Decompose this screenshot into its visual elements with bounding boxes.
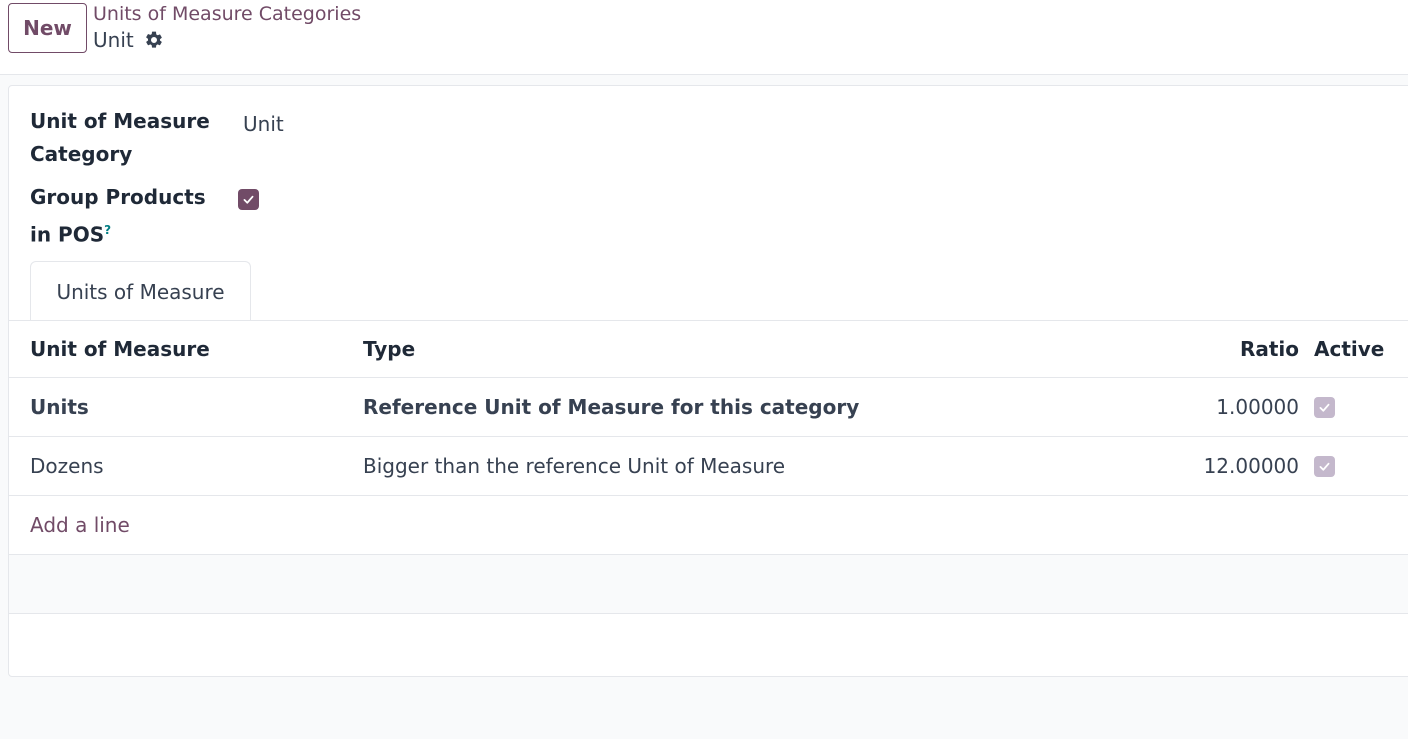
control-panel: New Units of Measure Categories Unit [0,0,1408,75]
row-type: Reference Unit of Measure for this categ… [363,395,860,419]
category-value[interactable]: Unit [243,112,284,136]
group-products-label: Group Products in POS? [30,181,230,252]
row-uom: Units [30,395,89,419]
help-tooltip-icon[interactable]: ? [104,223,111,237]
new-button[interactable]: New [8,3,87,53]
table-row[interactable]: Units Reference Unit of Measure for this… [9,378,1408,437]
breadcrumb-units-of-measure-categories[interactable]: Units of Measure Categories [93,3,361,25]
add-a-line-link[interactable]: Add a line [30,496,130,554]
category-label: Unit of Measure Category [30,109,210,166]
breadcrumb-current: Unit [93,28,164,52]
row-ratio: 12.00000 [1203,454,1299,478]
row-active-checkbox[interactable] [1314,456,1335,477]
column-active[interactable]: Active [1314,320,1384,378]
check-icon [1319,403,1330,412]
record-name: Unit [93,28,134,52]
group-products-label-text: Group Products in POS [30,185,206,247]
row-active-checkbox[interactable] [1314,397,1335,418]
column-type[interactable]: Type [363,320,415,378]
row-uom: Dozens [30,454,104,478]
gear-icon[interactable] [144,30,164,50]
check-icon [243,195,254,204]
tab-units-of-measure[interactable]: Units of Measure [30,261,251,321]
column-unit-of-measure[interactable]: Unit of Measure [30,320,210,378]
form-sheet: Unit of Measure Category Unit Group Prod… [8,85,1408,677]
column-ratio[interactable]: Ratio [1240,320,1299,378]
empty-row [9,554,1408,614]
table-row[interactable]: Dozens Bigger than the reference Unit of… [9,437,1408,496]
row-ratio: 1.00000 [1216,395,1299,419]
table-header: Unit of Measure Type Ratio Active [9,320,1408,378]
check-icon [1319,462,1330,471]
group-products-checkbox[interactable] [238,189,259,210]
row-type: Bigger than the reference Unit of Measur… [363,454,786,478]
